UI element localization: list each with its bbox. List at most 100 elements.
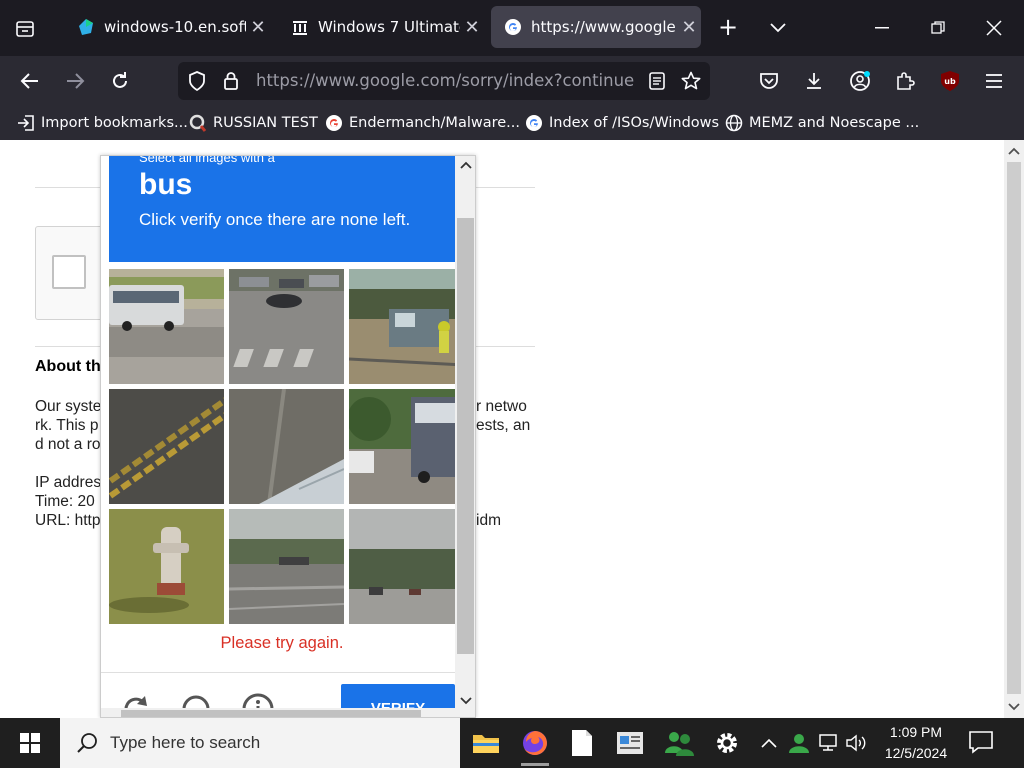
- back-icon[interactable]: [15, 66, 45, 96]
- bookmark-label: Endermanch/Malware...: [349, 115, 520, 131]
- tab-title: windows-10.en.softonic.com: [104, 18, 246, 36]
- file-explorer-icon[interactable]: [462, 718, 510, 768]
- downloads-icon[interactable]: [799, 66, 829, 96]
- minimize-button[interactable]: [856, 8, 908, 48]
- bookmark-label: Import bookmarks...: [41, 115, 188, 131]
- globe-icon: [724, 113, 744, 133]
- firefox-taskbar-icon[interactable]: [511, 718, 559, 768]
- scrollbar-thumb[interactable]: [1007, 162, 1021, 694]
- address-bar[interactable]: https://www.google.com/sorry/index?conti…: [178, 62, 710, 100]
- news-app-icon[interactable]: [606, 718, 654, 768]
- scroll-up-icon[interactable]: [1004, 142, 1024, 160]
- tab-bar: windows-10.en.softonic.com ✕ Windows 7 U…: [0, 0, 1024, 56]
- bookmark-isos-windows[interactable]: Index of /ISOs/Windows: [524, 112, 719, 134]
- instruction-hint: Click verify once there are none left.: [139, 210, 411, 229]
- challenge-tile[interactable]: [229, 509, 344, 624]
- bookmark-import[interactable]: Import bookmarks...: [16, 112, 188, 134]
- bookmark-star-icon[interactable]: [680, 70, 702, 92]
- challenge-tile[interactable]: [109, 389, 224, 504]
- firefox-view-icon[interactable]: [10, 14, 40, 44]
- bookmark-label: MEMZ and Noescape ...: [749, 115, 920, 131]
- notepad-icon[interactable]: [558, 718, 606, 768]
- extensions-icon[interactable]: [890, 66, 920, 96]
- reload-icon[interactable]: [105, 66, 135, 96]
- challenge-scrollbar[interactable]: [455, 156, 475, 717]
- svg-text:ub: ub: [944, 77, 956, 86]
- scroll-down-icon[interactable]: [455, 694, 475, 712]
- error-message: Please try again.: [220, 634, 344, 652]
- challenge-tile[interactable]: [109, 509, 224, 624]
- paragraph-line: r netwo: [476, 398, 527, 415]
- challenge-tile[interactable]: [349, 269, 464, 384]
- system-clock[interactable]: 1:09 PM 12/5/2024: [872, 722, 960, 764]
- scrollbar-thumb[interactable]: [457, 218, 474, 654]
- google-icon: [503, 17, 523, 37]
- challenge-tile[interactable]: [349, 509, 464, 624]
- notification-center-icon[interactable]: [968, 730, 998, 756]
- bookmark-label: RUSSIAN TEST: [213, 115, 318, 131]
- tab-google-sorry[interactable]: https://www.google.com/sorry/index ✕: [491, 6, 701, 48]
- tab-close-icon[interactable]: ✕: [246, 17, 270, 38]
- paragraph-line: ests, an: [476, 417, 531, 434]
- ublock-origin-icon[interactable]: ub: [935, 66, 965, 96]
- scroll-up-icon[interactable]: [455, 158, 475, 176]
- google-icon: [324, 113, 344, 133]
- softonic-icon: [76, 17, 96, 37]
- reader-view-icon[interactable]: [646, 70, 668, 92]
- paragraph-line: d not a ro: [35, 436, 101, 453]
- url-line: URL: http: [35, 512, 101, 529]
- bookmark-endermanch[interactable]: Endermanch/Malware...: [324, 112, 520, 134]
- bookmark-memz[interactable]: MEMZ and Noescape ...: [724, 112, 919, 134]
- account-icon[interactable]: [845, 66, 875, 96]
- lock-icon[interactable]: [220, 70, 242, 92]
- challenge-horizontal-scrollbar[interactable]: [101, 708, 455, 717]
- instruction-small: Select all images with a: [139, 155, 275, 165]
- tab-softonic[interactable]: windows-10.en.softonic.com ✕: [64, 6, 270, 48]
- forward-icon[interactable]: [60, 66, 90, 96]
- google-icon: [524, 113, 544, 133]
- russian-test-icon: [188, 113, 208, 133]
- people-app-icon[interactable]: [655, 718, 703, 768]
- tab-title: Windows 7 Ultimate: [318, 18, 460, 36]
- windows-logo-icon: [20, 733, 40, 753]
- navigation-toolbar: https://www.google.com/sorry/index?conti…: [0, 56, 1024, 106]
- scrollbar-thumb[interactable]: [121, 710, 421, 717]
- url-line-tail: idm: [476, 512, 501, 529]
- paragraph-line: Our syste: [35, 398, 102, 415]
- url-text[interactable]: https://www.google.com/sorry/index?conti…: [256, 71, 636, 90]
- search-placeholder: Type here to search: [110, 733, 261, 752]
- tab-close-icon[interactable]: ✕: [677, 17, 701, 38]
- restore-button[interactable]: [912, 8, 964, 48]
- start-button[interactable]: [0, 718, 60, 768]
- network-icon[interactable]: [817, 731, 841, 755]
- taskbar-search-box[interactable]: Type here to search: [60, 718, 460, 768]
- settings-gear-icon[interactable]: [703, 718, 751, 768]
- pocket-icon[interactable]: [754, 66, 784, 96]
- tab-windows7[interactable]: Windows 7 Ultimate ✕: [278, 6, 484, 48]
- divider: [101, 672, 475, 673]
- paragraph-line: rk. This p: [35, 417, 99, 434]
- ip-address-line: IP addres: [35, 474, 102, 491]
- menu-icon[interactable]: [979, 66, 1009, 96]
- challenge-target: bus: [139, 168, 193, 201]
- tracking-protection-shield-icon[interactable]: [186, 70, 208, 92]
- challenge-tile[interactable]: [109, 269, 224, 384]
- challenge-tile[interactable]: [229, 269, 344, 384]
- new-tab-button[interactable]: +: [714, 14, 742, 42]
- page-scrollbar[interactable]: [1004, 140, 1024, 718]
- volume-icon[interactable]: [845, 731, 869, 755]
- time-line: Time: 20: [35, 493, 95, 510]
- people-tray-icon[interactable]: [787, 731, 811, 755]
- scroll-down-icon[interactable]: [1004, 698, 1024, 716]
- recaptcha-checkbox[interactable]: [52, 255, 86, 289]
- bookmarks-toolbar: Import bookmarks... RUSSIAN TEST Enderma…: [0, 106, 1024, 140]
- tab-close-icon[interactable]: ✕: [460, 17, 484, 38]
- recaptcha-challenge: Select all images with a bus Click verif…: [100, 155, 476, 718]
- about-heading: About th: [35, 358, 101, 375]
- bookmark-russian-test[interactable]: RUSSIAN TEST: [188, 112, 318, 134]
- challenge-tile[interactable]: [229, 389, 344, 504]
- challenge-tile[interactable]: [349, 389, 464, 504]
- show-hidden-icons-chevron-icon[interactable]: [757, 731, 781, 755]
- close-window-button[interactable]: [968, 8, 1020, 48]
- list-all-tabs-icon[interactable]: [764, 14, 792, 42]
